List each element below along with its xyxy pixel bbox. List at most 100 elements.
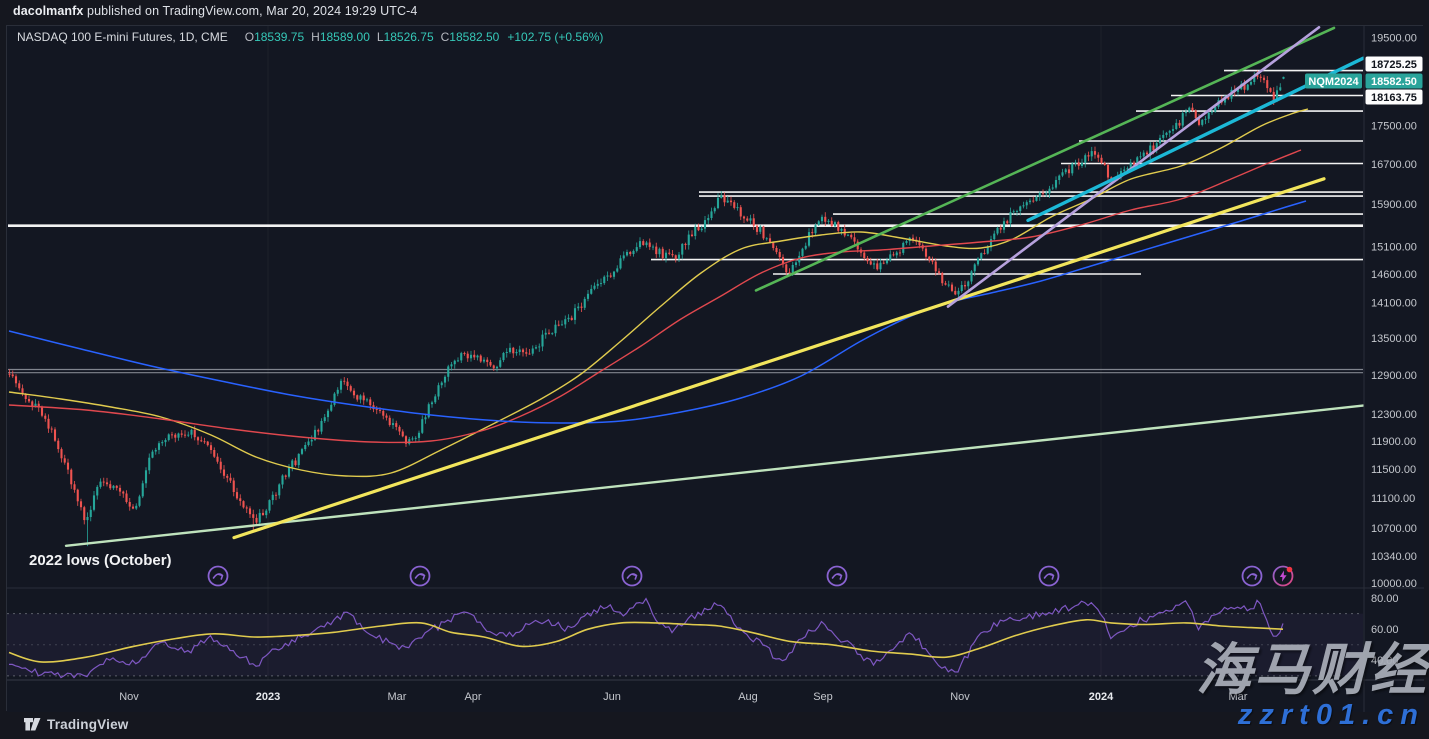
- publisher-username[interactable]: dacolmanfx: [13, 4, 83, 18]
- candle-body: [83, 507, 85, 520]
- candle-body: [1052, 188, 1054, 189]
- candle-body: [395, 423, 397, 427]
- candle-body: [1058, 176, 1060, 180]
- candle-body: [77, 490, 79, 502]
- candle-body: [905, 241, 907, 243]
- x-axis-label-Aug[interactable]: Aug: [738, 691, 758, 703]
- symbol-title[interactable]: NASDAQ 100 E-mini Futures, 1D, CME: [17, 30, 228, 44]
- candle-body: [489, 362, 491, 365]
- candle-body: [515, 352, 517, 353]
- close-value: 18582.50: [449, 30, 499, 44]
- candle-body: [1211, 112, 1213, 113]
- symbol-tag-text: NQM2024: [1308, 76, 1359, 88]
- candle-body: [954, 291, 956, 295]
- candle-body: [363, 396, 365, 401]
- candle-body: [649, 243, 651, 247]
- symbol-legend[interactable]: NASDAQ 100 E-mini Futures, 1D, CMEO18539…: [17, 30, 603, 44]
- candle-body: [382, 411, 384, 416]
- candle-body: [1078, 162, 1080, 166]
- change-value: +102.75 (+0.56%): [507, 30, 603, 44]
- x-axis-label-Nov[interactable]: Nov: [119, 691, 139, 703]
- candle-body: [749, 218, 751, 220]
- x-axis-label-2024[interactable]: 2024: [1089, 691, 1114, 703]
- candle-body: [668, 253, 670, 254]
- x-axis-label-Mar[interactable]: Mar: [388, 691, 407, 703]
- candle-body: [1048, 189, 1050, 194]
- candle-body: [177, 434, 179, 438]
- x-axis-label-Jun[interactable]: Jun: [603, 691, 621, 703]
- x-axis-label-Mar[interactable]: Mar: [1229, 691, 1248, 703]
- candle-body: [938, 271, 940, 273]
- candle-body: [1195, 111, 1197, 119]
- candle-body: [821, 217, 823, 221]
- candle-body: [168, 434, 170, 440]
- price-label-text: 18725.25: [1371, 59, 1417, 71]
- candle-body: [255, 518, 257, 523]
- rsi-axis-label: 60.00: [1371, 624, 1399, 636]
- chart-annotation-2022-lows: 2022 lows (October): [29, 552, 172, 569]
- candle-body: [567, 318, 569, 319]
- tradingview-logo-icon[interactable]: [24, 717, 41, 732]
- candle-body: [655, 247, 657, 255]
- candle-body: [187, 435, 189, 436]
- tradingview-brand-text[interactable]: TradingView: [47, 717, 128, 732]
- candle: [242, 500, 244, 508]
- candle-body: [645, 243, 647, 246]
- y-axis-label: 10700.00: [1371, 523, 1417, 535]
- alert-notification-dot: [1287, 567, 1293, 573]
- candle-body: [597, 284, 599, 286]
- candle-body: [506, 352, 508, 353]
- candle-body: [1035, 197, 1037, 201]
- candle-body: [385, 416, 387, 418]
- candle-body: [847, 235, 849, 236]
- candle-body: [512, 348, 514, 354]
- candle-body: [548, 333, 550, 334]
- candle-body: [873, 263, 875, 264]
- candle-body: [317, 430, 319, 432]
- candle-body: [1204, 119, 1206, 120]
- candle-body: [239, 498, 241, 501]
- candle-body: [1081, 163, 1083, 166]
- y-axis-label: 17500.00: [1371, 121, 1417, 133]
- candle-body: [684, 244, 686, 245]
- candle-body: [496, 367, 498, 369]
- candle-body: [304, 445, 306, 449]
- candle-body: [203, 441, 205, 442]
- candle-body: [824, 217, 826, 222]
- candle-body: [525, 352, 527, 354]
- candle-body: [1169, 131, 1171, 133]
- candle-body: [216, 457, 218, 462]
- candle-body: [80, 501, 82, 507]
- candle-body: [249, 508, 251, 514]
- candle-body: [8, 374, 10, 375]
- candle-body: [437, 385, 439, 396]
- candle-body: [974, 264, 976, 271]
- y-axis-label: 11100.00: [1371, 493, 1415, 505]
- candle-body: [879, 263, 881, 270]
- price-label-18163.75: 18163.75: [1366, 90, 1423, 105]
- candle-body: [161, 442, 163, 443]
- candle-body: [613, 272, 615, 277]
- candle-body: [132, 507, 134, 509]
- candle-body: [1107, 165, 1109, 178]
- candle-body: [51, 429, 53, 430]
- candle-body: [1139, 156, 1141, 157]
- candle-body: [242, 501, 244, 507]
- candle-body: [441, 383, 443, 386]
- candle-body: [340, 381, 342, 390]
- candle-body: [444, 377, 446, 383]
- x-axis-label-2023[interactable]: 2023: [256, 691, 280, 703]
- x-axis-label-Nov[interactable]: Nov: [950, 691, 970, 703]
- candle-body: [571, 318, 573, 320]
- x-axis-label-Sep[interactable]: Sep: [813, 691, 833, 703]
- candle-body: [580, 307, 582, 308]
- y-axis-label: 15900.00: [1371, 199, 1417, 211]
- x-axis-label-Apr[interactable]: Apr: [464, 691, 481, 703]
- candle-body: [743, 217, 745, 219]
- candle-body: [961, 285, 963, 291]
- candle-body: [1032, 201, 1034, 202]
- candle-body: [93, 495, 95, 509]
- y-axis-label: 15100.00: [1371, 241, 1417, 253]
- candle-body: [213, 450, 215, 457]
- candle-body: [324, 417, 326, 421]
